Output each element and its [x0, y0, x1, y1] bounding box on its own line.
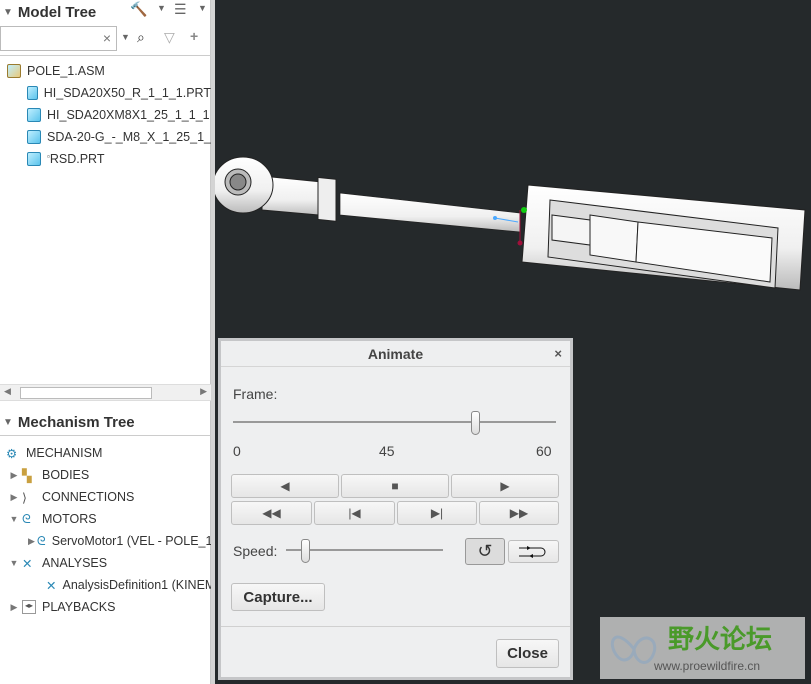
tree-item[interactable]: ▫ RSD.PRT	[0, 148, 211, 170]
playback-icon: ◂▸	[22, 600, 36, 614]
motor-icon: ᘓ	[36, 534, 46, 548]
binoculars-icon[interactable]: ⌕	[137, 29, 145, 46]
clear-search-icon[interactable]: ×	[103, 30, 111, 46]
scroll-left-icon[interactable]: ◀	[4, 386, 11, 397]
item-label: HI_SDA20XM8X1_25_1_1_1	[47, 108, 210, 122]
frame-slider-track[interactable]	[233, 421, 556, 423]
item-label: RSD.PRT	[49, 152, 105, 166]
scroll-right-icon[interactable]: ▶	[200, 386, 207, 397]
collapse-icon[interactable]: ▼	[3, 7, 13, 18]
scrollbar-thumb[interactable]	[20, 387, 152, 399]
panel-splitter[interactable]	[211, 0, 215, 684]
step-back-button[interactable]: |◀	[314, 501, 395, 525]
watermark-url: www.proewildfire.cn	[654, 659, 761, 673]
item-label: PLAYBACKS	[42, 600, 116, 614]
tree-item[interactable]: HI_SDA20X50_R_1_1_1.PRT	[0, 82, 211, 104]
frame-current: 45	[379, 443, 395, 459]
rewind-button[interactable]: ◀◀	[231, 501, 312, 525]
dialog-titlebar[interactable]: Animate ×	[221, 341, 570, 367]
cylinder-model	[215, 156, 806, 291]
item-label: SDA-20-G_-_M8_X_1_25_1_	[47, 130, 211, 144]
left-panel: ▼ Model Tree 🔨 ▼ ☰ ▼ × ▼ ⌕ ▽ + POLE_1.ASM…	[0, 0, 211, 684]
watermark-text: 野火论坛	[668, 624, 773, 654]
close-button[interactable]: Close	[496, 639, 559, 668]
assembly-icon	[7, 64, 21, 78]
item-label: ServoMotor1 (VEL - POLE_1)	[51, 534, 211, 548]
animate-dialog: Animate × Frame: 0 45 60 ◀ ■ ▶ ◀◀ |◀ ▶| ▶…	[218, 338, 573, 680]
tree-item-analyses[interactable]: ▼ ✕ ANALYSES	[0, 552, 211, 574]
connections-icon: ⟩	[22, 491, 27, 505]
divider	[221, 626, 570, 627]
expand-icon[interactable]: ▶	[28, 536, 35, 547]
mechanism-tree: ⚙ MECHANISM ▶ ▚ BODIES ▶ ⟩ CONNECTIONS ▼ ᘓ MOTO…	[0, 442, 211, 618]
model-tree-title: Model Tree	[17, 3, 97, 21]
frame-label: Frame:	[233, 386, 278, 402]
tree-item-connections[interactable]: ▶ ⟩ CONNECTIONS	[0, 486, 211, 508]
dialog-title: Animate	[367, 346, 424, 362]
watermark-logo: 野火论坛 www.proewildfire.cn	[600, 617, 805, 679]
tree-item[interactable]: SDA-20-G_-_M8_X_1_25_1_	[0, 126, 211, 148]
part-icon	[27, 108, 41, 122]
reverse-loop-button[interactable]	[508, 540, 559, 563]
item-label: AnalysisDefinition1 (KINEMATIC)	[62, 578, 211, 592]
item-label: HI_SDA20X50_R_1_1_1.PRT	[43, 86, 211, 100]
dropdown-icon[interactable]: ▼	[198, 3, 207, 13]
item-label: POLE_1.ASM	[27, 64, 105, 78]
item-label: BODIES	[42, 468, 90, 482]
collapse-icon[interactable]: ▼	[8, 514, 20, 524]
collapse-icon[interactable]: ▼	[8, 558, 20, 568]
expand-icon[interactable]: ▶	[8, 492, 20, 503]
item-label: MOTORS	[42, 512, 97, 526]
bounce-icon	[518, 545, 545, 558]
tree-item-motors[interactable]: ▼ ᘓ MOTORS	[0, 508, 211, 530]
filter-icon[interactable]: ▽	[164, 29, 175, 46]
search-dropdown-icon[interactable]: ▼	[121, 32, 130, 42]
tree-item-bodies[interactable]: ▶ ▚ BODIES	[0, 464, 211, 486]
bodies-icon: ▚	[22, 469, 32, 483]
mechanism-tree-header[interactable]: ▼ Mechanism Tree	[0, 410, 211, 436]
gear-icon: ⚙	[6, 447, 18, 461]
speed-label: Speed:	[233, 543, 278, 559]
search-input[interactable]: ×	[0, 26, 117, 51]
tree-item-mechanism[interactable]: ⚙ MECHANISM	[0, 442, 211, 464]
item-label: ANALYSES	[42, 556, 108, 570]
repeat-button[interactable]: ↺	[465, 538, 505, 565]
expand-icon[interactable]: ▶	[8, 602, 20, 613]
frame-slider-thumb[interactable]	[471, 411, 481, 435]
close-icon[interactable]: ×	[554, 341, 562, 367]
item-label: CONNECTIONS	[42, 490, 135, 504]
collapse-icon[interactable]: ▼	[3, 417, 13, 428]
play-reverse-button[interactable]: ◀	[231, 474, 339, 498]
motor-icon: ᘓ	[22, 512, 31, 526]
play-button[interactable]: ▶	[451, 474, 559, 498]
tree-columns-icon[interactable]: ☰	[174, 1, 187, 18]
tree-item[interactable]: POLE_1.ASM	[0, 60, 211, 82]
tree-item[interactable]: HI_SDA20XM8X1_25_1_1_1	[0, 104, 211, 126]
item-label: MECHANISM	[26, 446, 103, 460]
tree-item-playbacks[interactable]: ▶ ◂▸ PLAYBACKS	[0, 596, 211, 618]
tree-item-analysis-definition[interactable]: ✕ AnalysisDefinition1 (KINEMATIC)	[0, 574, 211, 596]
stop-button[interactable]: ■	[341, 474, 449, 498]
analysis-icon: ✕	[22, 557, 33, 571]
analysis-icon: ✕	[46, 579, 57, 593]
frame-max: 60	[536, 443, 552, 459]
fast-forward-button[interactable]: ▶▶	[479, 501, 559, 525]
add-icon[interactable]: +	[190, 28, 198, 44]
dropdown-icon[interactable]: ▼	[157, 3, 166, 13]
part-icon	[27, 86, 38, 100]
settings-tools-icon[interactable]: 🔨	[130, 1, 147, 18]
horizontal-scrollbar[interactable]: ◀ ▶	[0, 384, 211, 401]
speed-slider-thumb[interactable]	[300, 539, 310, 563]
expand-icon[interactable]: ▶	[8, 470, 20, 481]
frame-min: 0	[233, 443, 241, 459]
tree-item-servomotor[interactable]: ▶ ᘓ ServoMotor1 (VEL - POLE_1)	[0, 530, 211, 552]
step-forward-button[interactable]: ▶|	[397, 501, 477, 525]
capture-button[interactable]: Capture...	[231, 583, 325, 611]
mechanism-tree-title: Mechanism Tree	[17, 414, 135, 431]
part-icon	[27, 152, 41, 166]
model-tree: POLE_1.ASM HI_SDA20X50_R_1_1_1.PRT HI_SD…	[0, 60, 211, 170]
part-icon	[27, 130, 41, 144]
